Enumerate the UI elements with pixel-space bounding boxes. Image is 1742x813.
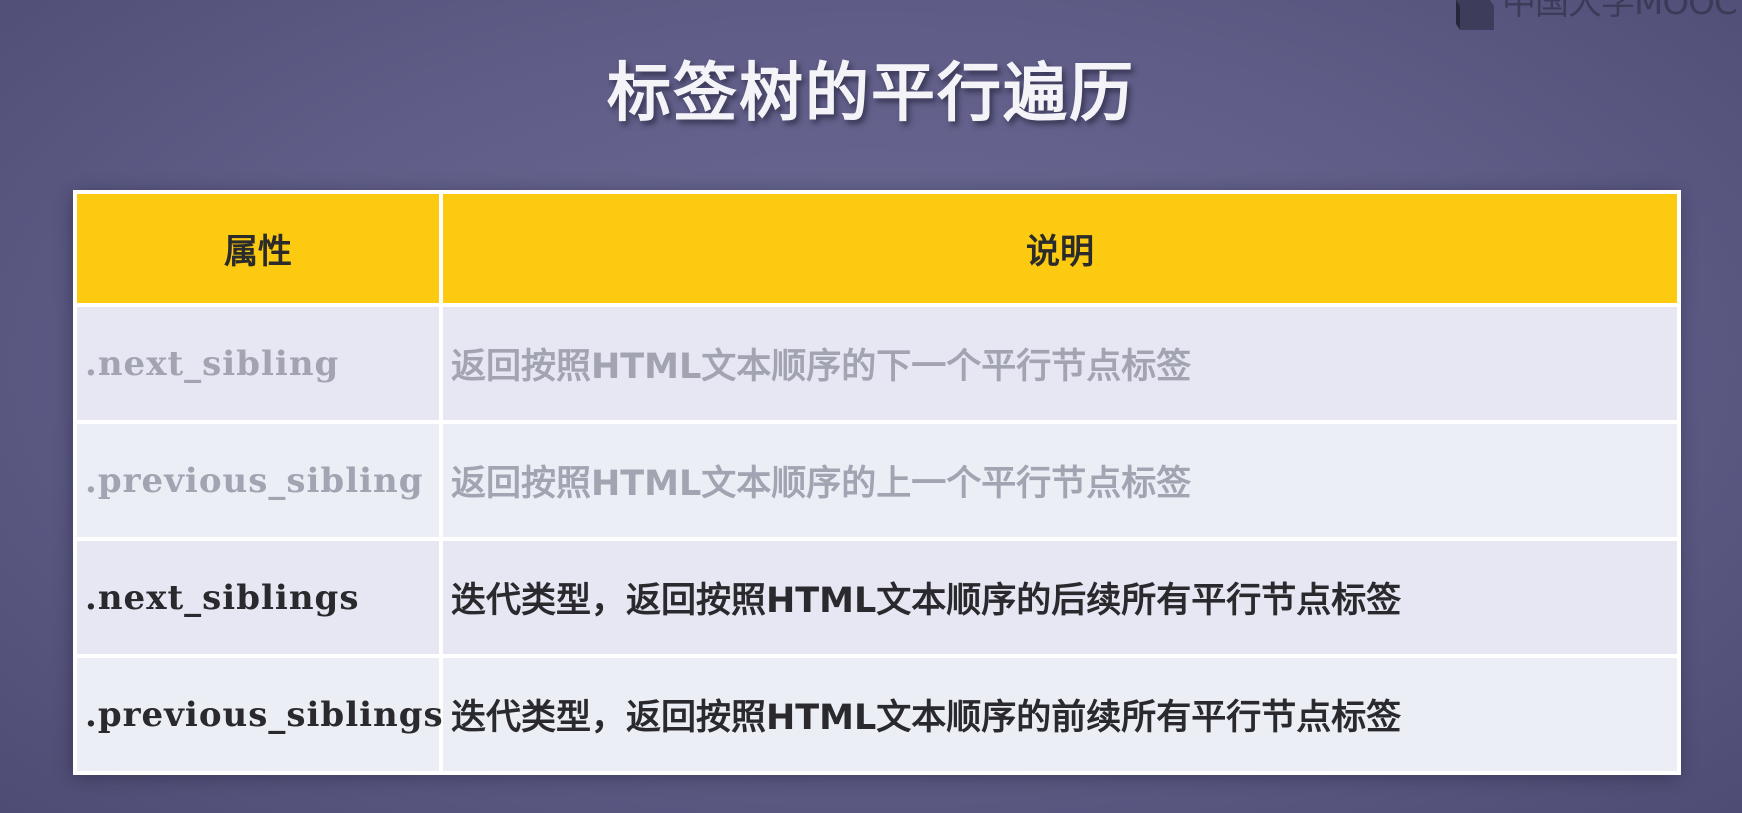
- attribute-column-header: 属性: [73, 190, 443, 307]
- description-cell: 返回按照HTML文本顺序的下一个平行节点标签: [439, 303, 1681, 424]
- table-row: .previous_sibling 返回按照HTML文本顺序的上一个平行节点标签: [73, 420, 1681, 541]
- attribute-cell: .previous_sibling: [73, 420, 443, 541]
- table-header-row: 属性 说明: [73, 190, 1681, 307]
- table-row: .next_siblings 迭代类型，返回按照HTML文本顺序的后续所有平行节…: [73, 537, 1681, 658]
- watermark-text: 中国大学MOOC: [1502, 0, 1738, 23]
- description-cell: 返回按照HTML文本顺序的上一个平行节点标签: [439, 420, 1681, 541]
- description-cell: 迭代类型，返回按照HTML文本顺序的后续所有平行节点标签: [439, 537, 1681, 658]
- slide-title: 标签树的平行遍历: [607, 57, 1135, 131]
- mooc-logo-icon: [1456, 0, 1494, 30]
- attribute-cell: .next_siblings: [73, 537, 443, 658]
- description-column-header: 说明: [439, 190, 1681, 307]
- attributes-table: 属性 说明 .next_sibling 返回按照HTML文本顺序的下一个平行节点…: [73, 190, 1681, 775]
- mooc-watermark: 中国大学MOOC: [1452, 0, 1742, 34]
- table-row: .previous_siblings 迭代类型，返回按照HTML文本顺序的前续所…: [73, 654, 1681, 775]
- table-row: .next_sibling 返回按照HTML文本顺序的下一个平行节点标签: [73, 303, 1681, 424]
- attribute-cell: .next_sibling: [73, 303, 443, 424]
- attribute-cell: .previous_siblings: [73, 654, 443, 775]
- description-cell: 迭代类型，返回按照HTML文本顺序的前续所有平行节点标签: [439, 654, 1681, 775]
